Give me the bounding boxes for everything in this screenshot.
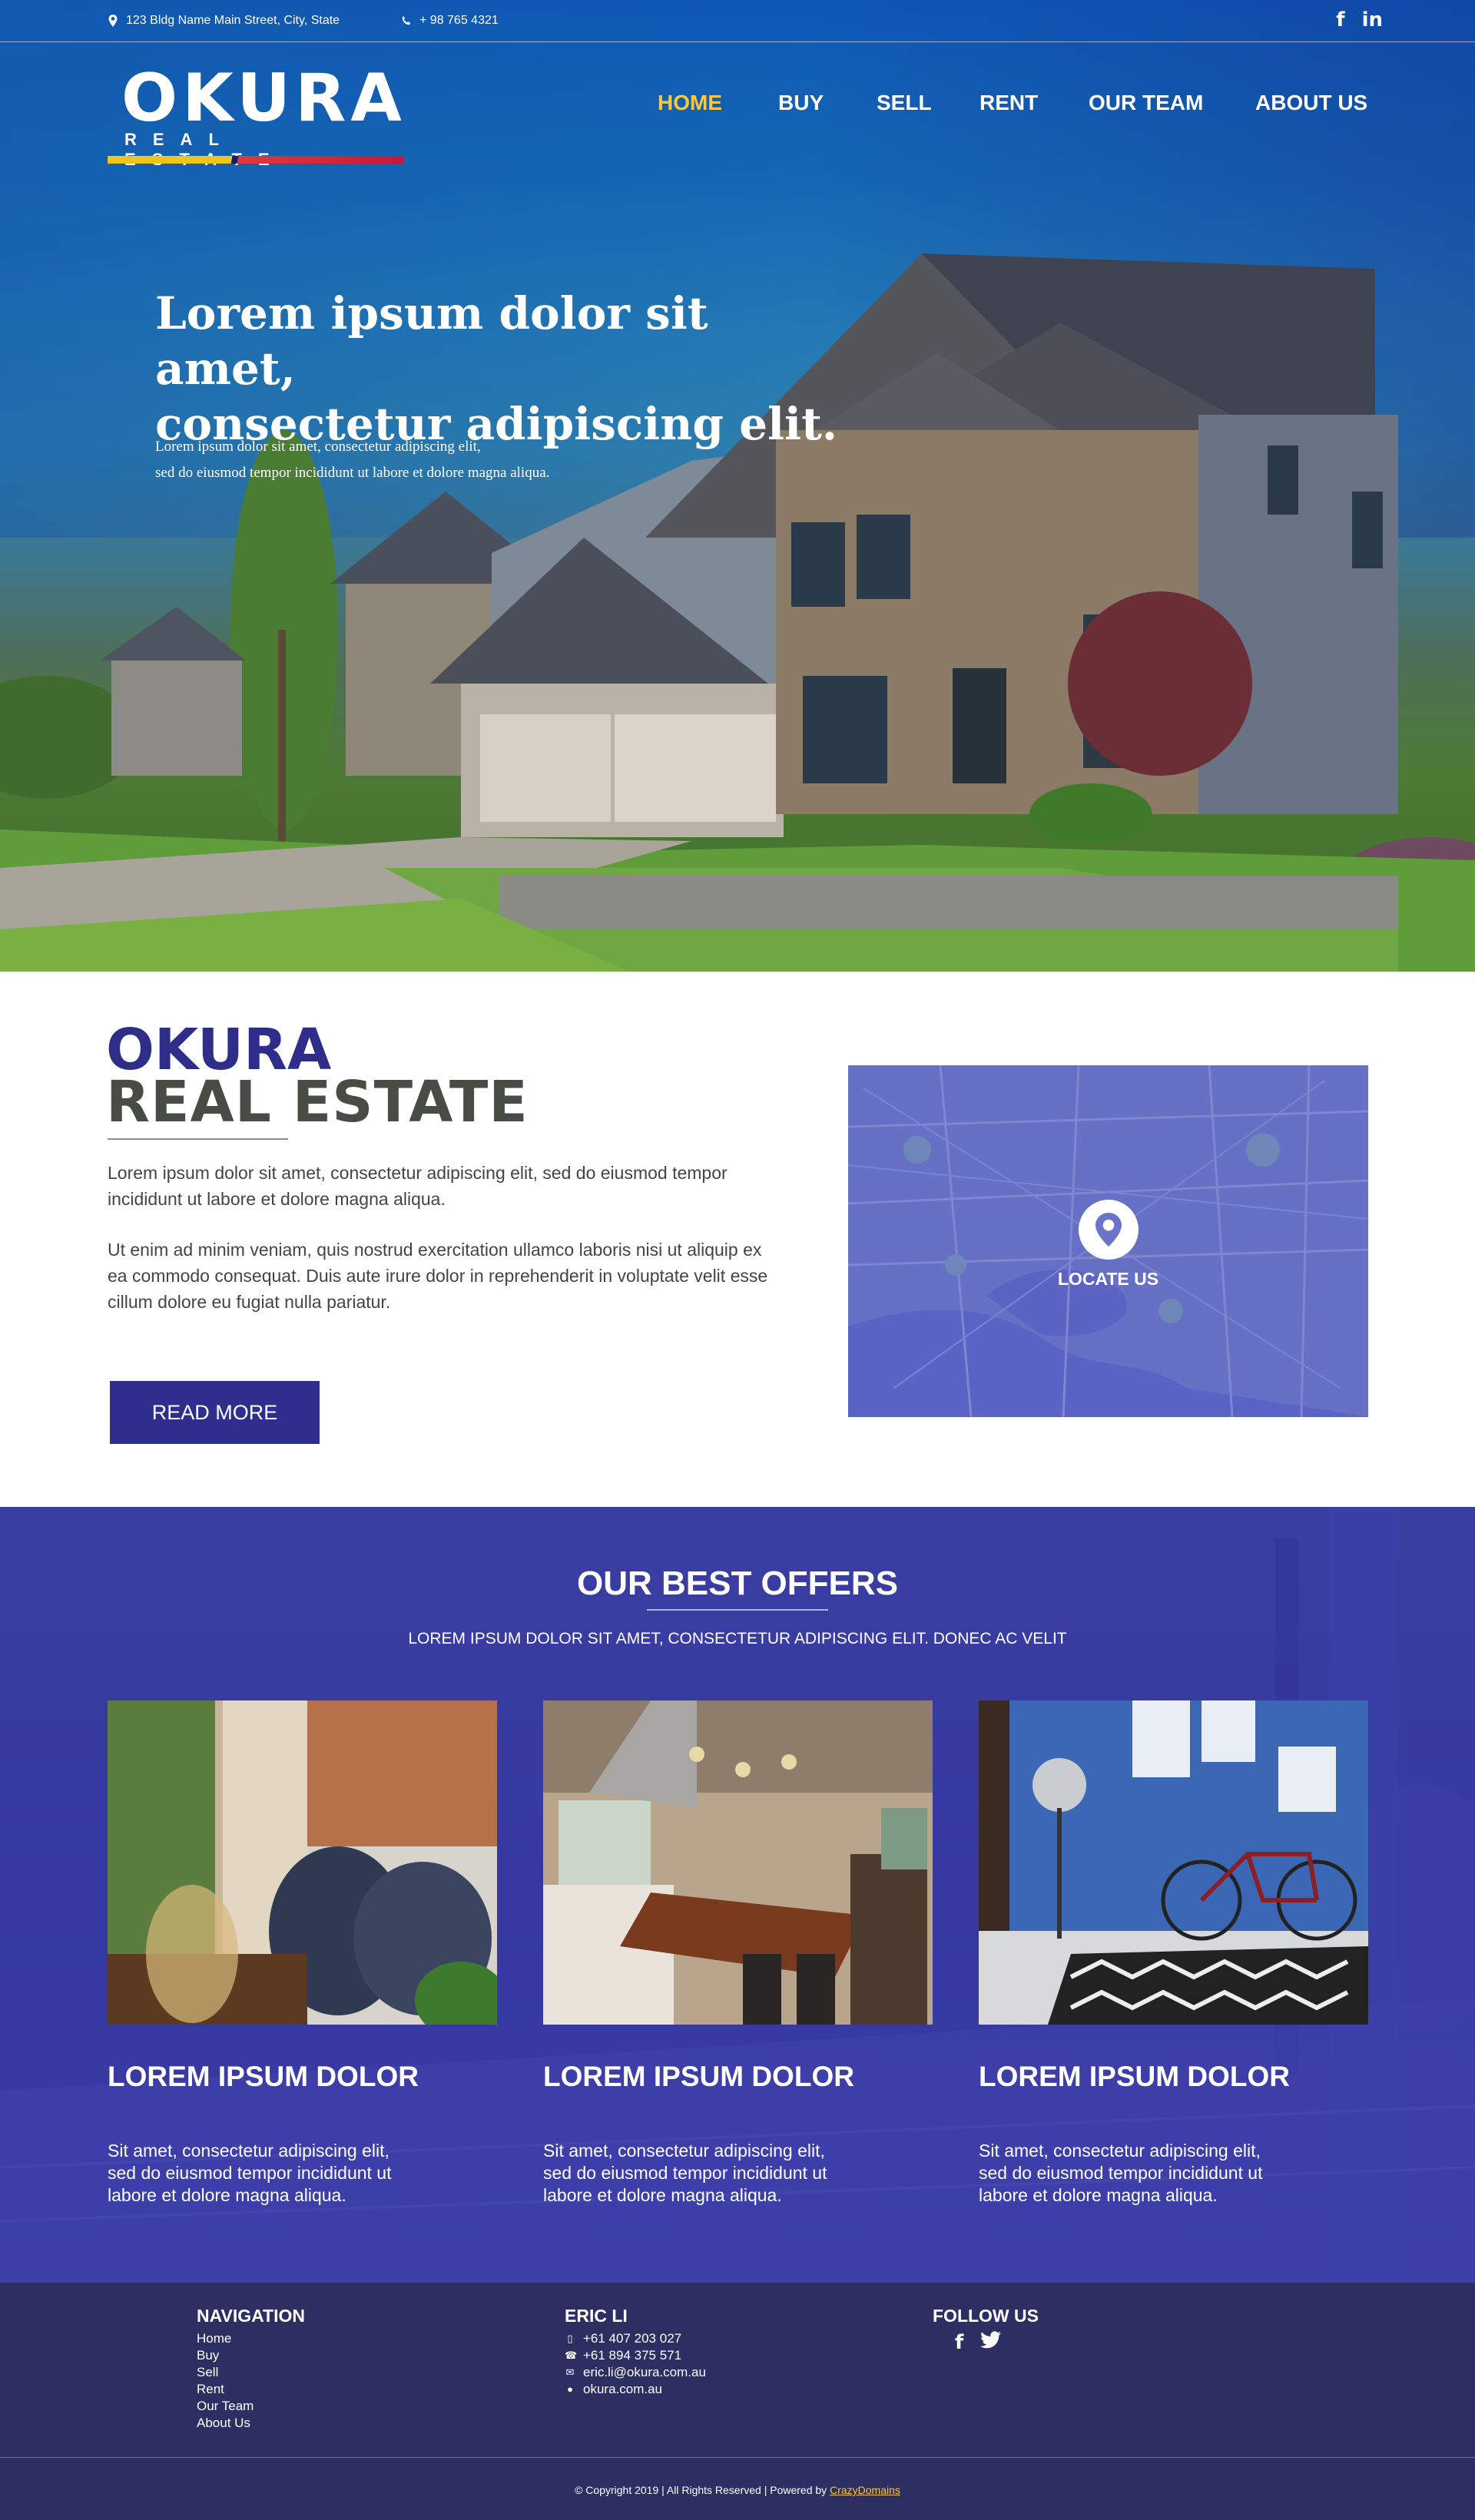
facebook-icon[interactable]: f [955,2331,963,2354]
about-section: OKURA REAL ESTATE Lorem ipsum dolor sit … [0,972,1475,1507]
map-pin-button[interactable] [1079,1200,1139,1260]
hero-subtitle: Lorem ipsum dolor sit amet, consectetur … [155,434,549,486]
copyright-line: © Copyright 2019 | All Rights Reserved |… [0,2484,1475,2496]
hero-section: 123 Bldg Name Main Street, City, State +… [0,0,1475,972]
contact-phone[interactable]: ☎ +61 894 375 571 [565,2347,706,2364]
footer-link-buy[interactable]: Buy [197,2347,254,2364]
logo-name: OKURA [121,60,406,137]
contact-email[interactable]: ✉ eric.li@okura.com.au [565,2364,706,2381]
contact-phone-text: +61 894 375 571 [583,2348,682,2363]
mobile-icon: ▯ [567,2333,573,2344]
copyright-text: © Copyright 2019 | All Rights Reserved |… [575,2484,830,2496]
footer-navigation-title: NAVIGATION [197,2306,305,2326]
offer-card-title: LOREM IPSUM DOLOR [543,2061,854,2092]
twitter-icon[interactable] [980,2331,1002,2349]
offer-card-title: LOREM IPSUM DOLOR [979,2061,1290,2092]
footer-social-links: f [955,2331,1002,2354]
footer-link-about-us[interactable]: About Us [197,2415,254,2432]
read-more-button[interactable]: READ MORE [110,1381,320,1444]
living-room-photo [108,1700,497,2025]
map-marker-icon [108,15,118,27]
nav-item-rent[interactable]: RENT [979,91,1038,115]
footer-link-home[interactable]: Home [197,2330,254,2347]
offer-card-text: Sit amet, consectetur adipiscing elit, s… [108,2141,392,2205]
nav-item-sell[interactable]: SELL [877,91,932,115]
site-logo[interactable]: OKURA REAL ESTATE [108,65,403,169]
footer-follow-title: FOLLOW US [933,2306,1039,2326]
offers-title-divider [647,1609,828,1611]
blue-room-photo [979,1700,1368,2025]
phone-text: + 98 765 4321 [419,14,499,27]
offer-image-kitchen[interactable] [543,1700,933,2025]
powered-by-link[interactable]: CrazyDomains [830,2484,900,2496]
best-offers-section: OUR BEST OFFERS LOREM IPSUM DOLOR SIT AM… [0,1507,1475,2283]
footer-navigation-links: Home Buy Sell Rent Our Team About Us [197,2330,254,2432]
contact-email-text: eric.li@okura.com.au [583,2365,706,2379]
phone-info: + 98 765 4321 [401,14,499,28]
envelope-icon: ✉ [565,2366,575,2378]
site-footer: NAVIGATION Home Buy Sell Rent Our Team A… [0,2283,1475,2520]
offer-image-living-room[interactable] [108,1700,497,2025]
contact-mobile-text: +61 407 203 027 [583,2331,682,2346]
footer-contact-title: ERIC LI [565,2306,628,2326]
footer-contact-list: ▯ +61 407 203 027 ☎ +61 894 375 571 ✉ er… [565,2330,706,2398]
contact-mobile[interactable]: ▯ +61 407 203 027 [565,2330,706,2347]
about-paragraph-2: Ut enim ad minim veniam, quis nostrud ex… [108,1240,768,1312]
address-info: 123 Bldg Name Main Street, City, State [108,14,340,28]
nav-item-buy[interactable]: BUY [778,91,824,115]
about-brand-tagline: REAL ESTATE [106,1069,529,1135]
about-divider [108,1138,288,1140]
hero-sub-line1: Lorem ipsum dolor sit amet, consectetur … [155,439,481,455]
hero-title-line1: Lorem ipsum dolor sit amet, [155,287,708,395]
nav-item-home[interactable]: HOME [658,91,722,115]
contact-website-text: okura.com.au [583,2382,662,2396]
footer-link-rent[interactable]: Rent [197,2381,254,2398]
phone-icon [402,15,411,25]
locate-map[interactable]: LOCATE US [848,1065,1368,1417]
offer-card-text: Sit amet, consectetur adipiscing elit, s… [543,2141,827,2205]
about-paragraph-1: Lorem ipsum dolor sit amet, consectetur … [108,1163,728,1209]
offer-image-blue-room[interactable] [979,1700,1368,2025]
hero-sub-line2: sed do eiusmod tempor incididunt ut labo… [155,465,550,481]
contact-website[interactable]: ● okura.com.au [565,2381,706,2398]
globe-icon: ● [567,2383,573,2395]
kitchen-photo [543,1700,933,2025]
locate-us-label: LOCATE US [1057,1269,1159,1289]
footer-link-our-team[interactable]: Our Team [197,2398,254,2415]
logo-tagline: REAL ESTATE [124,130,270,169]
social-links: f in [1336,8,1383,32]
top-bar: 123 Bldg Name Main Street, City, State +… [0,0,1475,42]
nav-item-about-us[interactable]: ABOUT US [1255,91,1367,115]
offers-tagline: LOREM IPSUM DOLOR SIT AMET, CONSECTETUR … [408,1630,1067,1647]
address-text: 123 Bldg Name Main Street, City, State [126,14,340,27]
linkedin-icon[interactable]: in [1362,8,1383,32]
logo-stripe [108,156,403,164]
footer-divider [0,2457,1475,2458]
nav-item-our-team[interactable]: OUR TEAM [1089,91,1203,115]
footer-link-sell[interactable]: Sell [197,2364,254,2381]
facebook-icon[interactable]: f [1336,8,1344,32]
offer-card-title: LOREM IPSUM DOLOR [108,2061,419,2092]
offers-title: OUR BEST OFFERS [576,1565,899,1602]
phone-icon: ☎ [565,2349,578,2361]
offer-card-text: Sit amet, consectetur adipiscing elit, s… [979,2141,1263,2205]
location-pin-icon [1095,1213,1122,1247]
hero-title: Lorem ipsum dolor sit amet, consectetur … [155,286,847,452]
